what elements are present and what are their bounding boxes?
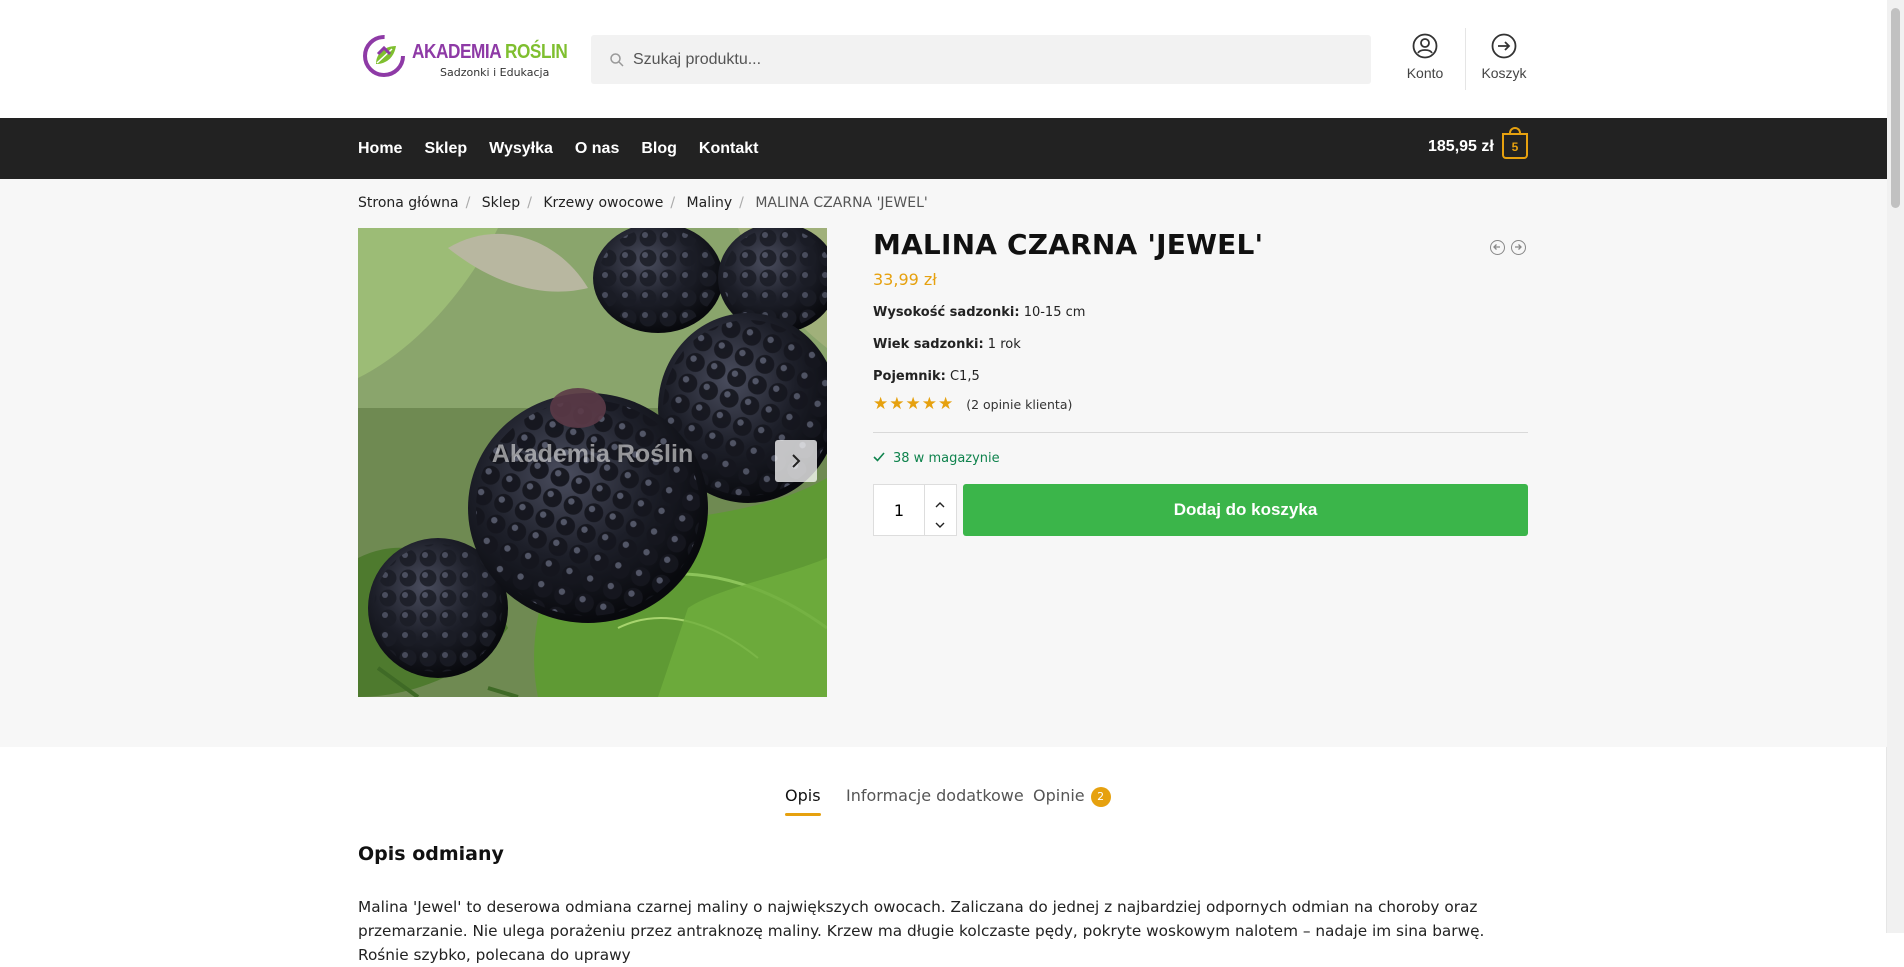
tab-additional-info[interactable]: Informacje dodatkowe	[846, 786, 1024, 805]
arrow-right-circle-icon	[1491, 33, 1517, 59]
reviews-count-badge: 2	[1090, 787, 1111, 807]
check-icon	[873, 452, 885, 462]
cart-link[interactable]: Koszyk	[1469, 33, 1539, 81]
gallery-next-button[interactable]	[775, 440, 817, 482]
quantity-input[interactable]	[874, 485, 924, 535]
cart-total[interactable]: 185,95 zł	[1428, 138, 1494, 156]
summary-divider	[873, 432, 1528, 433]
description-heading: Opis odmiany	[358, 843, 504, 865]
cart-label: Koszyk	[1481, 65, 1527, 81]
breadcrumb: Strona główna / Sklep / Krzewy owocowe / Ma…	[358, 195, 928, 211]
breadcrumb-current: MALINA CZARNA 'JEWEL'	[755, 195, 928, 211]
attribute-height: Wysokość sadzonki: 10-15 cm	[873, 305, 1086, 320]
leaf-logo-icon	[363, 35, 405, 77]
search-input[interactable]	[633, 35, 1353, 84]
search-icon	[610, 53, 624, 67]
nav-item-o-nas[interactable]: O nas	[575, 140, 619, 158]
site-header: AKADEMIA ROŚLIN Sadzonki i Edukacja Kont…	[0, 0, 1887, 118]
search-box[interactable]	[591, 35, 1371, 84]
image-watermark: Akademia Roślin	[491, 440, 694, 468]
product-tabs: Opis Informacje dodatkowe Opinie 2	[0, 786, 1887, 816]
decrease-quantity-icon[interactable]	[935, 515, 945, 528]
header-divider	[1465, 28, 1466, 90]
product-rating: ★★★★★ (2 opinie klienta)	[873, 394, 1072, 414]
description-text: Malina 'Jewel' to deserowa odmiana czarn…	[358, 898, 1485, 964]
attribute-age: Wiek sadzonki: 1 rok	[873, 337, 1021, 352]
product-area: Strona główna / Sklep / Krzewy owocowe / Ma…	[0, 179, 1887, 747]
logo-tagline: Sadzonki i Edukacja	[440, 66, 550, 79]
product-price: 33,99 zł	[873, 270, 937, 289]
account-link[interactable]: Konto	[1390, 33, 1460, 81]
product-title: MALINA CZARNA 'JEWEL'	[873, 228, 1264, 261]
page-scrollbar[interactable]	[1886, 0, 1904, 933]
logo-brand: AKADEMIA ROŚLIN	[412, 41, 568, 63]
increase-quantity-icon[interactable]	[935, 495, 945, 508]
nav-menu: Home Sklep Wysyłka O nas Blog Kontakt	[358, 118, 780, 179]
breadcrumb-item-category[interactable]: Krzewy owocowe	[543, 195, 663, 211]
nav-item-wysylka[interactable]: Wysyłka	[489, 140, 553, 158]
cart-count-badge[interactable]: 5	[1502, 127, 1528, 159]
user-icon	[1412, 33, 1438, 59]
quantity-stepper[interactable]	[873, 484, 957, 536]
reviews-link[interactable]: (2 opinie klienta)	[966, 397, 1072, 412]
previous-product-icon[interactable]	[1490, 240, 1505, 255]
site-logo[interactable]: AKADEMIA ROŚLIN Sadzonki i Edukacja	[362, 32, 568, 82]
breadcrumb-item-home[interactable]: Strona główna	[358, 195, 459, 211]
tab-description[interactable]: Opis	[785, 786, 821, 816]
stock-status: 38 w magazynie	[873, 451, 1000, 466]
account-label: Konto	[1406, 65, 1444, 81]
tab-reviews[interactable]: Opinie 2	[1033, 786, 1111, 807]
quantity-spinner	[924, 485, 957, 535]
attribute-container: Pojemnik: C1,5	[873, 369, 980, 384]
nav-item-blog[interactable]: Blog	[641, 140, 677, 158]
product-image[interactable]: Akademia Roślin	[358, 228, 827, 697]
nav-item-home[interactable]: Home	[358, 140, 402, 158]
nav-item-kontakt[interactable]: Kontakt	[699, 140, 759, 158]
rating-stars-icon: ★★★★★	[873, 394, 955, 414]
breadcrumb-item-shop[interactable]: Sklep	[482, 195, 520, 211]
breadcrumb-item-subcategory[interactable]: Maliny	[687, 195, 733, 211]
nav-item-sklep[interactable]: Sklep	[424, 140, 467, 158]
add-to-cart-button[interactable]: Dodaj do koszyka	[963, 484, 1528, 536]
scrollbar-thumb[interactable]	[1891, 8, 1900, 208]
next-product-icon[interactable]	[1511, 240, 1526, 255]
chevron-right-icon	[792, 454, 801, 468]
product-pagination	[1484, 240, 1526, 259]
main-nav: Home Sklep Wysyłka O nas Blog Kontakt 18…	[0, 118, 1887, 179]
